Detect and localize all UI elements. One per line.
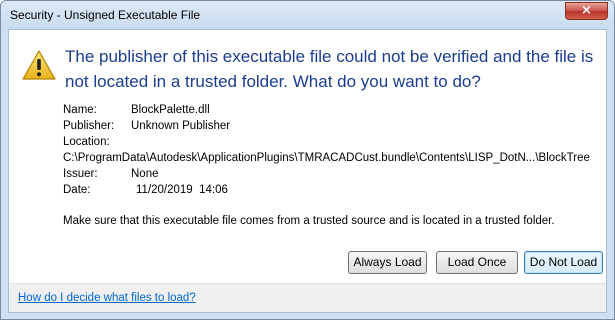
name-label: Name:	[63, 104, 97, 116]
issuer-label: Issuer:	[63, 168, 98, 180]
location-label: Location:	[63, 136, 110, 148]
load-once-button[interactable]: Load Once	[436, 251, 518, 274]
always-load-button[interactable]: Always Load	[348, 251, 427, 274]
location-value: C:\ProgramData\Autodesk\ApplicationPlugi…	[63, 152, 590, 164]
footer: How do I decide what files to load?	[9, 283, 606, 312]
help-link[interactable]: How do I decide what files to load?	[18, 292, 196, 304]
button-row: Always Load Load Once Do Not Load	[9, 251, 606, 279]
title-bar[interactable]: Security - Unsigned Executable File ×	[1, 1, 614, 29]
close-button[interactable]: ×	[565, 2, 608, 20]
headline-message: The publisher of this executable file co…	[65, 47, 594, 91]
date-label: Date:	[63, 184, 91, 196]
trust-note: Make sure that this executable file come…	[63, 215, 555, 227]
warning-icon	[22, 50, 56, 80]
issuer-value: None	[131, 168, 159, 180]
dialog-window: Security - Unsigned Executable File × Th…	[0, 0, 615, 320]
window-title: Security - Unsigned Executable File	[10, 8, 201, 22]
name-value: BlockPalette.dll	[131, 104, 210, 116]
publisher-value: Unknown Publisher	[131, 120, 231, 132]
date-value: 11/20/2019 14:06	[136, 184, 228, 196]
do-not-load-button[interactable]: Do Not Load	[524, 251, 603, 274]
publisher-label: Publisher:	[63, 120, 115, 132]
dialog-content: The publisher of this executable file co…	[8, 29, 607, 313]
